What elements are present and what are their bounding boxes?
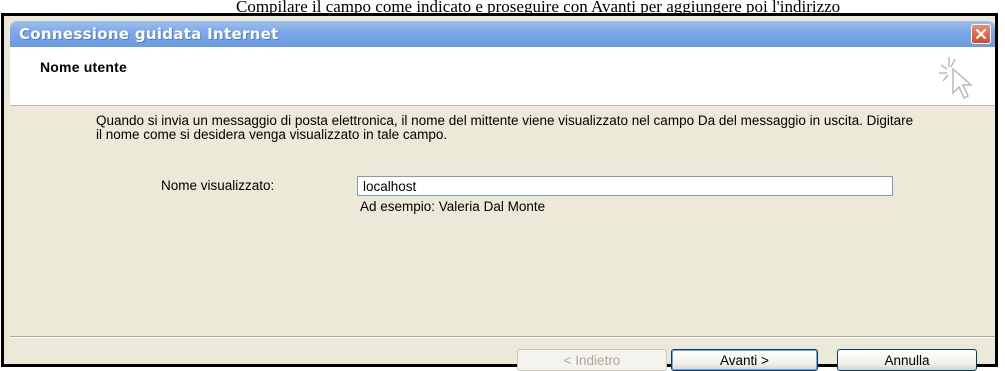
cursor-sparkle-icon — [939, 57, 973, 100]
window-title: Connessione guidata Internet — [19, 25, 279, 43]
display-name-label: Nome visualizzato: — [161, 178, 275, 193]
cancel-button[interactable]: Annulla — [837, 349, 977, 371]
example-text: Ad esempio: Valeria Dal Monte — [360, 199, 546, 214]
footer-divider — [10, 336, 995, 338]
window-titlebar[interactable]: Connessione guidata Internet — [10, 21, 995, 47]
description-text: Quando si invia un messaggio di posta el… — [96, 113, 914, 142]
next-button[interactable]: Avanti > — [671, 349, 818, 371]
back-button[interactable]: < Indietro — [517, 349, 667, 371]
screenshot-frame: Connessione guidata Internet Nome utente… — [1, 13, 998, 371]
wizard-header: Nome utente — [10, 47, 995, 106]
page-title: Nome utente — [40, 59, 127, 75]
display-name-input[interactable] — [357, 176, 893, 196]
close-x-icon — [975, 28, 987, 40]
close-button[interactable] — [971, 24, 991, 44]
